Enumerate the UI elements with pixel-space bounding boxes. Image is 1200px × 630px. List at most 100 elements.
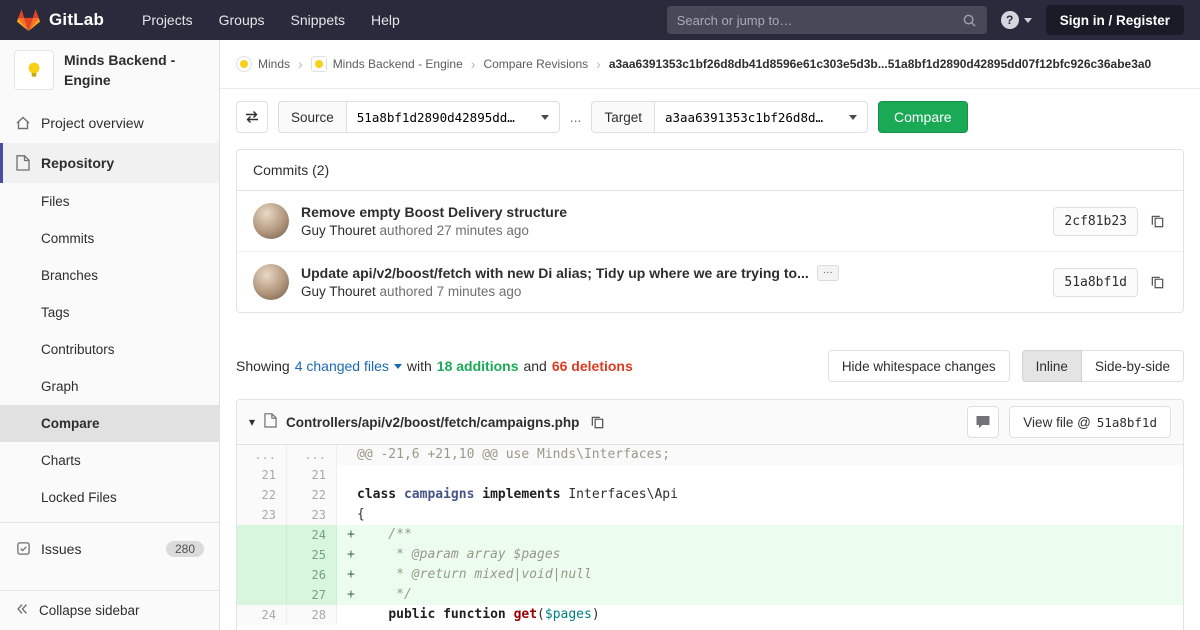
compare-form: Source 51a8bf1d2890d42895dd… ... Target … (236, 101, 1184, 133)
sidebar-item-project-overview[interactable]: Project overview (0, 103, 219, 143)
new-line-number[interactable]: 23 (287, 505, 337, 525)
old-line-number[interactable]: 24 (237, 605, 287, 625)
breadcrumb-commit-range: a3aa6391353c1bf26d8db41d8596e61c303e5d3b… (608, 57, 1152, 71)
user-avatar[interactable] (253, 264, 289, 300)
lightbulb-icon (28, 62, 40, 77)
new-line-number[interactable]: 22 (287, 485, 337, 505)
new-line-number[interactable]: 26 (287, 565, 337, 585)
page-body: Minds Backend - Engine Project overview … (0, 40, 1200, 630)
collapse-diff-icon[interactable]: ▾ (249, 415, 255, 429)
project-mini-avatar (310, 56, 327, 72)
menu-item-projects[interactable]: Projects (142, 12, 193, 28)
sidebar-subitem-charts[interactable]: Charts (0, 442, 219, 479)
diff-file-panel: ▾ Controllers/api/v2/boost/fetch/campaig… (236, 399, 1184, 630)
new-line-number[interactable]: ... (287, 445, 337, 465)
commit-sha-link[interactable]: 51a8bf1d (1053, 267, 1138, 297)
sidebar-subitem-contributors[interactable]: Contributors (0, 331, 219, 368)
file-icon (264, 413, 277, 431)
commit-title-link[interactable]: Remove empty Boost Delivery structure (301, 204, 567, 220)
old-line-number[interactable]: 22 (237, 485, 287, 505)
search-icon (963, 14, 976, 27)
breadcrumb-group-link[interactable]: Minds (236, 56, 290, 72)
sidebar-subitem-compare[interactable]: Compare (0, 404, 219, 442)
commit-sha-link[interactable]: 2cf81b23 (1053, 206, 1138, 236)
side-by-side-view-button[interactable]: Side-by-side (1081, 350, 1184, 382)
issues-count-badge: 280 (165, 540, 204, 557)
search-box[interactable] (666, 6, 987, 34)
commit-author-link[interactable]: Guy Thouret (301, 223, 376, 238)
copy-sha-button[interactable] (1148, 273, 1167, 292)
old-line-number[interactable]: 21 (237, 465, 287, 485)
copy-icon (1151, 276, 1164, 288)
double-chevron-left-icon (15, 602, 29, 619)
collapse-sidebar-button[interactable]: Collapse sidebar (0, 590, 219, 630)
hide-whitespace-button[interactable]: Hide whitespace changes (827, 350, 1010, 382)
sidebar-subitem-graph[interactable]: Graph (0, 368, 219, 405)
sidebar-subitem-tags[interactable]: Tags (0, 294, 219, 331)
diff-lines: ...... @@ -21,6 +21,10 @@ use Minds\Inte… (237, 445, 1183, 630)
menu-item-snippets[interactable]: Snippets (291, 12, 345, 28)
diff-line-code: + * @param array $pages (337, 545, 1183, 565)
old-line-number[interactable] (237, 545, 287, 565)
commit-list: Remove empty Boost Delivery structure Guy… (237, 191, 1183, 312)
old-line-number[interactable] (237, 565, 287, 585)
diff-line: 27 + */ (237, 585, 1183, 605)
copy-sha-button[interactable] (1148, 212, 1167, 231)
diff-line-code (337, 465, 1183, 485)
project-name: Minds Backend - Engine (64, 52, 176, 89)
diff-line: ...... @@ -21,6 +21,10 @@ use Minds\Inte… (237, 445, 1183, 465)
breadcrumb-project-label: Minds Backend - Engine (332, 57, 463, 71)
menu-item-groups[interactable]: Groups (219, 12, 265, 28)
chevron-down-icon (848, 114, 857, 120)
view-file-button[interactable]: View file @ 51a8bf1d (1009, 406, 1171, 438)
sidebar-subitem-branches[interactable]: Branches (0, 257, 219, 294)
changed-files-dropdown[interactable]: 4 changed files (295, 358, 402, 374)
diff-header-actions: View file @ 51a8bf1d (967, 406, 1171, 438)
new-line-number[interactable]: 21 (287, 465, 337, 485)
inline-view-button[interactable]: Inline (1021, 350, 1082, 382)
commit-title-link[interactable]: Update api/v2/boost/fetch with new Di al… (301, 265, 809, 281)
diff-file-header: ▾ Controllers/api/v2/boost/fetch/campaig… (237, 400, 1183, 445)
swap-revisions-button[interactable] (236, 101, 268, 133)
help-menu[interactable]: ? (1000, 11, 1032, 29)
main-content: Minds Minds Backend - Engine Compare Rev… (220, 40, 1200, 630)
new-line-number[interactable]: 28 (287, 605, 337, 625)
expand-commit-message-button[interactable]: ··· (816, 265, 839, 281)
sidebar-subitem-locked-files[interactable]: Locked Files (0, 479, 219, 516)
sidebar-subitem-commits[interactable]: Commits (0, 220, 219, 257)
chevron-down-icon (540, 114, 549, 120)
sign-in-register-button[interactable]: Sign in / Register (1045, 5, 1184, 35)
old-line-number[interactable]: 23 (237, 505, 287, 525)
source-branch-dropdown[interactable]: 51a8bf1d2890d42895dd… (345, 101, 560, 133)
sidebar-item-repository[interactable]: Repository (0, 142, 219, 183)
old-line-number[interactable] (237, 525, 287, 545)
copy-icon (1151, 215, 1164, 227)
gitlab-logo[interactable]: GitLab (16, 8, 104, 32)
search-input[interactable] (676, 12, 954, 28)
commit-author-link[interactable]: Guy Thouret (301, 284, 376, 299)
copy-path-button[interactable] (588, 413, 607, 432)
new-line-number[interactable]: 25 (287, 545, 337, 565)
breadcrumb-separator (596, 56, 601, 72)
repository-submenu: Files Commits Branches Tags Contributors Grap… (0, 183, 219, 516)
old-line-number[interactable]: ... (237, 445, 287, 465)
diff-view-toggle: Inline Side-by-side (1021, 350, 1184, 382)
breadcrumb-project-link[interactable]: Minds Backend - Engine (310, 56, 463, 72)
user-avatar[interactable] (253, 203, 289, 239)
new-line-number[interactable]: 24 (287, 525, 337, 545)
file-path-link[interactable]: Controllers/api/v2/boost/fetch/campaigns… (286, 415, 579, 430)
compare-button[interactable]: Compare (877, 101, 968, 133)
main-menu: Projects Groups Snippets Help (142, 12, 400, 28)
commit-row: Update api/v2/boost/fetch with new Di al… (237, 251, 1183, 312)
breadcrumb-compare-revisions-link[interactable]: Compare Revisions (483, 57, 588, 71)
target-branch-dropdown[interactable]: a3aa6391353c1bf26d8d… (653, 101, 868, 133)
sidebar-item-issues[interactable]: Issues 280 (0, 529, 219, 569)
menu-item-help[interactable]: Help (371, 12, 400, 28)
old-line-number[interactable] (237, 585, 287, 605)
new-line-number[interactable]: 27 (287, 585, 337, 605)
tanuki-icon (16, 9, 41, 31)
toggle-comments-button[interactable] (967, 406, 1000, 438)
sidebar-subitem-files[interactable]: Files (0, 183, 219, 220)
sidebar-project-link[interactable]: Minds Backend - Engine (0, 40, 219, 103)
chevron-down-icon (1023, 17, 1032, 23)
